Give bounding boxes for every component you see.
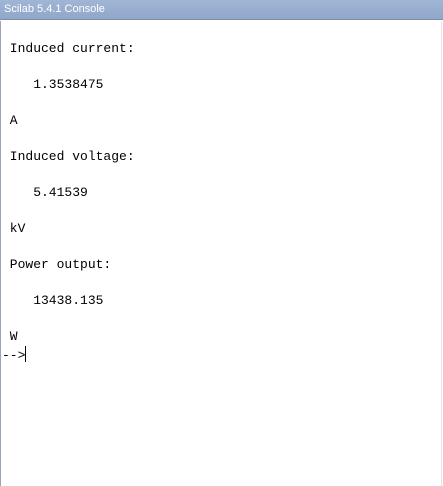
title-bar: Scilab 5.4.1 Console <box>0 0 443 20</box>
text-cursor <box>25 346 27 362</box>
console-panel[interactable]: Induced current: 1.3538475 A Induced vol… <box>0 21 442 486</box>
prompt: --> <box>2 348 26 363</box>
output-line: A <box>2 113 18 128</box>
output-line: 13438.135 <box>2 293 104 308</box>
console-output: Induced current: 1.3538475 A Induced vol… <box>2 40 135 364</box>
output-line: 5.41539 <box>2 185 88 200</box>
window-title: Scilab 5.4.1 Console <box>4 3 105 15</box>
prompt-line[interactable]: --> <box>2 346 135 364</box>
output-line: W <box>2 329 18 344</box>
output-line: Induced current: <box>2 41 135 56</box>
output-line: Power output: <box>2 257 112 272</box>
output-line: kV <box>2 221 26 236</box>
output-line: Induced voltage: <box>2 149 135 164</box>
output-line: 1.3538475 <box>2 77 104 92</box>
